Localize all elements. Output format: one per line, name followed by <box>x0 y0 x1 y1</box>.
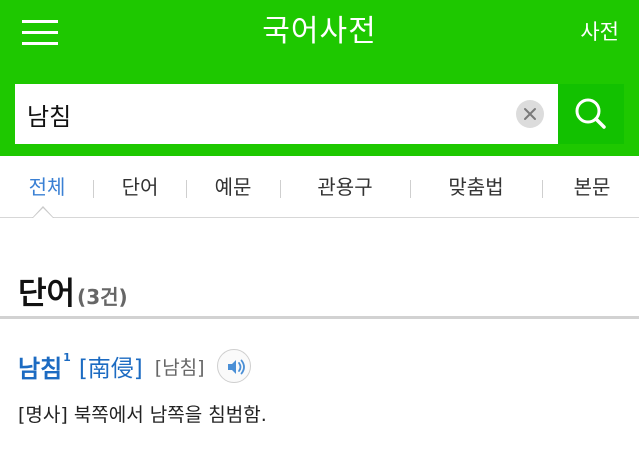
tab-divider <box>186 180 187 198</box>
section-divider <box>0 316 639 319</box>
search-input[interactable] <box>27 92 497 136</box>
dictionary-link[interactable]: 사전 <box>580 17 619 47</box>
search-box <box>15 84 558 144</box>
tab-divider <box>280 180 281 198</box>
active-tab-indicator <box>32 206 54 218</box>
tab-divider <box>410 180 411 198</box>
section-heading: 단어 (3건) <box>18 268 128 312</box>
tab-divider <box>542 180 543 198</box>
entry-word-link[interactable]: 남침 <box>18 349 62 384</box>
section-title: 단어 <box>18 276 76 312</box>
result-count: (3건) <box>77 285 128 309</box>
search-bar <box>0 68 639 156</box>
search-button[interactable] <box>558 84 624 144</box>
entry-pronunciation: [남침] <box>154 356 205 379</box>
search-icon <box>575 98 606 129</box>
entry-hanja-link[interactable]: [南侵] <box>79 349 143 383</box>
speaker-icon[interactable] <box>216 349 251 383</box>
tab-words[interactable]: 단어 <box>110 156 170 218</box>
tab-bar: 전체 단어 예문 관용구 맞춤법 본문 <box>0 156 639 218</box>
app-title[interactable]: 국어사전 <box>0 12 639 52</box>
tab-divider <box>93 180 94 198</box>
tab-spelling[interactable]: 맞춤법 <box>430 156 522 218</box>
clear-icon[interactable] <box>516 100 544 128</box>
homonym-number: 1 <box>63 350 71 364</box>
entry-definition: [명사] 북쪽에서 남쪽을 침범함. <box>18 404 267 426</box>
tab-examples[interactable]: 예문 <box>203 156 263 218</box>
tab-body[interactable]: 본문 <box>562 156 622 218</box>
tab-idioms[interactable]: 관용구 <box>300 156 390 218</box>
app-bar: 국어사전 사전 <box>0 0 639 68</box>
entry-header: 남침 1 [南侵] [남침] <box>18 346 618 386</box>
word-entry: 남침 1 [南侵] [남침] [명사] 북쪽에서 남쪽을 침범함. <box>18 346 618 427</box>
